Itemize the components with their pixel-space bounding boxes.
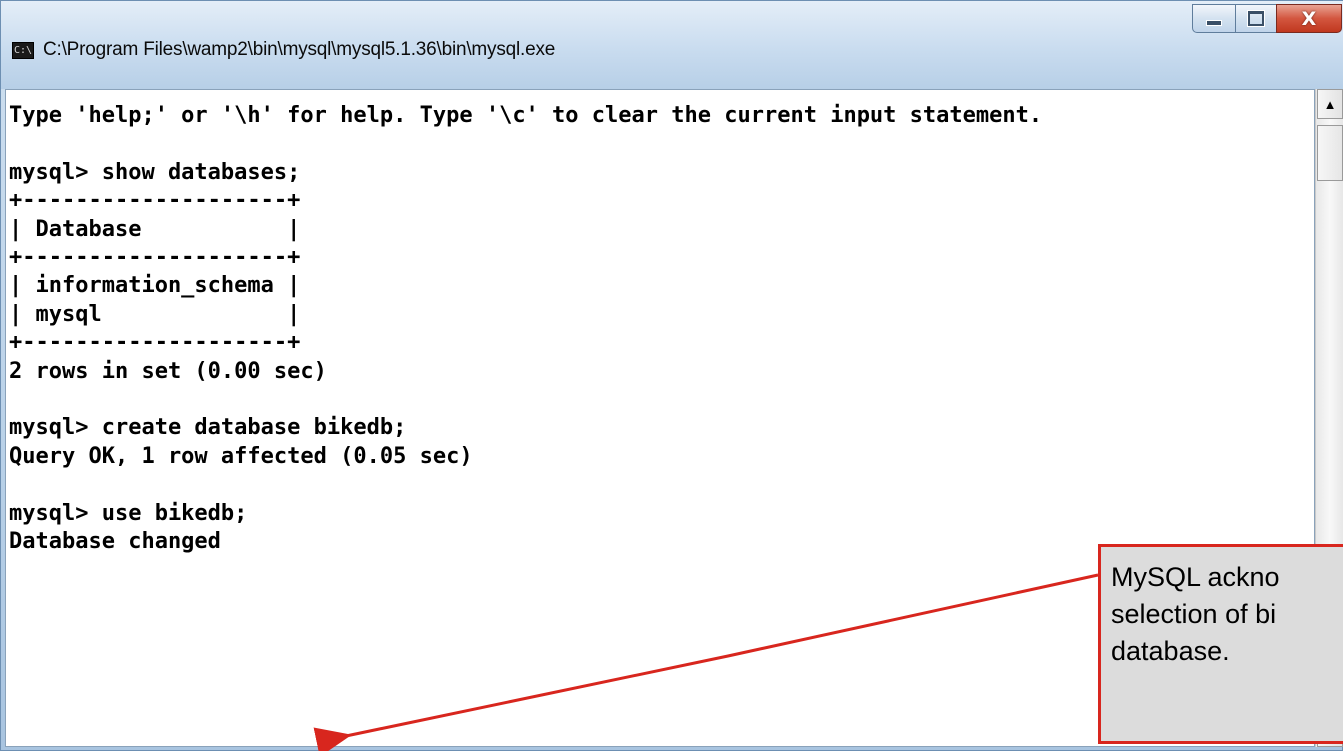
annotation-text: MySQL ackno selection of bi database. (1111, 562, 1280, 666)
annotation-callout: MySQL ackno selection of bi database. (1098, 544, 1343, 744)
